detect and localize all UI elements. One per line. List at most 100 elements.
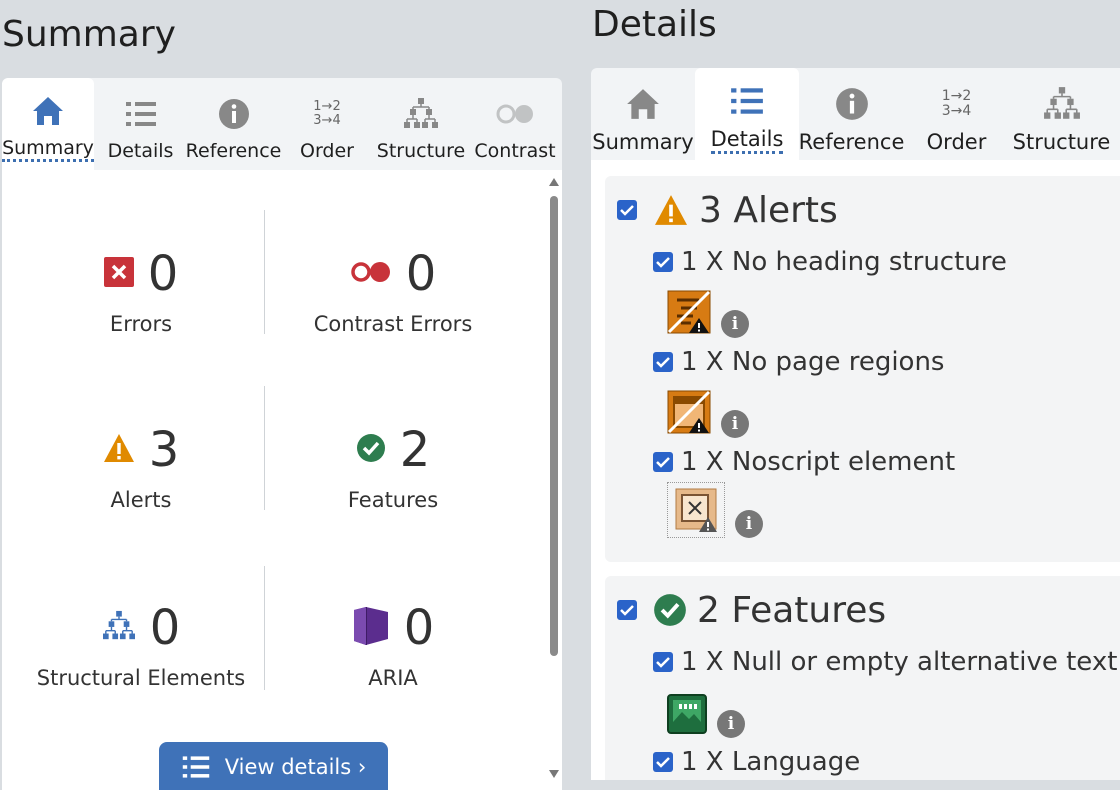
item-title: 1 X Null or empty alternative text xyxy=(681,647,1118,677)
info-icon[interactable]: i xyxy=(721,410,749,438)
alerts-checkbox[interactable] xyxy=(617,200,637,220)
noscript-icon[interactable] xyxy=(667,482,725,538)
tab-reference[interactable]: Reference xyxy=(185,78,282,170)
tab-label: Structure xyxy=(376,140,466,162)
home-icon xyxy=(625,86,661,122)
tab-details[interactable]: Details xyxy=(695,68,799,160)
features-checkbox[interactable] xyxy=(617,600,637,620)
alert-icon xyxy=(653,194,689,226)
empty-alt-icon[interactable] xyxy=(667,694,707,738)
item-title: 1 X No page regions xyxy=(681,347,945,377)
details-panel: Summary Details Reference 1→2 3→4 Order xyxy=(591,68,1120,780)
tab-details[interactable]: Details xyxy=(94,78,187,170)
item-checkbox[interactable] xyxy=(653,352,673,372)
features-section: 2 Features 1 X Null or empty alternative… xyxy=(605,576,1120,780)
tab-label: Reference xyxy=(798,130,905,154)
tab-label: Summary xyxy=(592,130,694,154)
features-section-title: 2 Features xyxy=(697,589,887,631)
tab-label: Order xyxy=(926,130,987,154)
tab-order[interactable]: 1→2 3→4 Order xyxy=(280,78,374,170)
tab-structure[interactable]: Structure xyxy=(1009,68,1114,160)
summary-body: 0 Errors 0 Contrast Errors 3 Alerts 2 Fe… xyxy=(2,170,562,790)
info-icon[interactable]: i xyxy=(735,510,763,538)
view-details-label: View details › xyxy=(224,755,367,779)
item-checkbox[interactable] xyxy=(653,452,673,472)
tab-label: Order xyxy=(300,140,354,162)
stat-structural-elements[interactable]: 0 Structural Elements xyxy=(16,598,266,690)
contrast-errors-count: 0 xyxy=(405,246,437,302)
order-icon-bottom: 3→4 xyxy=(313,113,341,128)
item-title: 1 X Noscript element xyxy=(681,447,956,477)
alert-item: 1 X Noscript element i xyxy=(605,444,1120,544)
details-panel-title: Details xyxy=(592,4,717,45)
contrast-errors-label: Contrast Errors xyxy=(313,312,473,336)
feature-item: 1 X Null or empty alternative text i xyxy=(605,644,1120,744)
stat-features[interactable]: 2 Features xyxy=(268,420,518,512)
tab-label: Details xyxy=(710,127,784,154)
order-icon: 1→2 3→4 xyxy=(942,86,972,122)
alerts-section: 3 Alerts 1 X No heading structure i 1 X … xyxy=(605,176,1120,562)
aria-count: 0 xyxy=(403,600,435,656)
alerts-section-title: 3 Alerts xyxy=(699,189,838,231)
info-icon[interactable]: i xyxy=(721,310,749,338)
no-heading-icon[interactable] xyxy=(667,290,711,338)
tab-reference[interactable]: Reference xyxy=(799,68,904,160)
features-count: 2 xyxy=(399,422,431,478)
details-body: 3 Alerts 1 X No heading structure i 1 X … xyxy=(591,160,1120,780)
contrast-icon xyxy=(495,96,535,132)
stat-alerts[interactable]: 3 Alerts xyxy=(16,420,266,512)
details-tab-bar: Summary Details Reference 1→2 3→4 Order xyxy=(591,68,1120,160)
list-icon xyxy=(729,83,765,119)
alert-item: 1 X No heading structure i xyxy=(605,244,1120,344)
tab-label: Reference xyxy=(185,140,282,162)
summary-scrollbar[interactable] xyxy=(548,170,560,790)
feature-icon xyxy=(356,433,386,467)
home-icon xyxy=(31,93,65,129)
alerts-count: 3 xyxy=(148,422,180,478)
view-details-button[interactable]: View details › xyxy=(159,742,388,790)
stat-aria[interactable]: 0 ARIA xyxy=(268,598,518,690)
no-regions-icon[interactable] xyxy=(667,390,711,438)
summary-tab-bar: Summary Details Reference 1→2 3→4 Order xyxy=(2,78,562,170)
contrast-error-icon xyxy=(350,259,392,289)
tab-structure[interactable]: Structure xyxy=(374,78,468,170)
item-checkbox[interactable] xyxy=(653,252,673,272)
info-icon[interactable]: i xyxy=(717,710,745,738)
tab-summary[interactable]: Summary xyxy=(591,68,695,160)
tab-label: Details xyxy=(107,140,174,162)
info-icon xyxy=(217,96,251,132)
error-icon xyxy=(103,257,134,291)
list-icon xyxy=(124,96,158,132)
summary-panel-title: Summary xyxy=(2,14,176,55)
tab-contrast[interactable]: Contrast xyxy=(468,78,562,170)
structure-icon xyxy=(1043,86,1081,122)
errors-count: 0 xyxy=(147,246,179,302)
tab-label: Contrast xyxy=(474,140,556,162)
aria-label: ARIA xyxy=(368,666,418,690)
item-checkbox[interactable] xyxy=(653,652,673,672)
structural-elements-label: Structural Elements xyxy=(36,666,246,690)
tab-summary[interactable]: Summary xyxy=(2,78,94,170)
alert-icon xyxy=(103,433,135,467)
scroll-down-arrow[interactable] xyxy=(549,770,559,778)
stat-errors[interactable]: 0 Errors xyxy=(16,244,266,336)
feature-icon xyxy=(653,593,687,627)
scroll-up-arrow[interactable] xyxy=(549,178,559,186)
aria-icon xyxy=(352,606,390,650)
summary-panel: Summary Details Reference 1→2 3→4 Order xyxy=(2,78,562,790)
scroll-thumb[interactable] xyxy=(550,196,558,656)
structure-icon xyxy=(102,610,136,646)
features-label: Features xyxy=(347,488,439,512)
item-checkbox[interactable] xyxy=(653,752,673,772)
stat-contrast-errors[interactable]: 0 Contrast Errors xyxy=(268,244,518,336)
item-title: 1 X Language xyxy=(681,747,861,777)
tab-order[interactable]: 1→2 3→4 Order xyxy=(904,68,1009,160)
order-icon-top: 1→2 xyxy=(313,99,341,114)
structure-icon xyxy=(403,96,439,132)
structural-elements-count: 0 xyxy=(149,600,181,656)
item-title: 1 X No heading structure xyxy=(681,247,1007,277)
feature-item: 1 X Language xyxy=(605,744,1120,780)
tab-label: Structure xyxy=(1012,130,1111,154)
tab-label: Summary xyxy=(2,137,94,162)
info-icon xyxy=(834,86,870,122)
